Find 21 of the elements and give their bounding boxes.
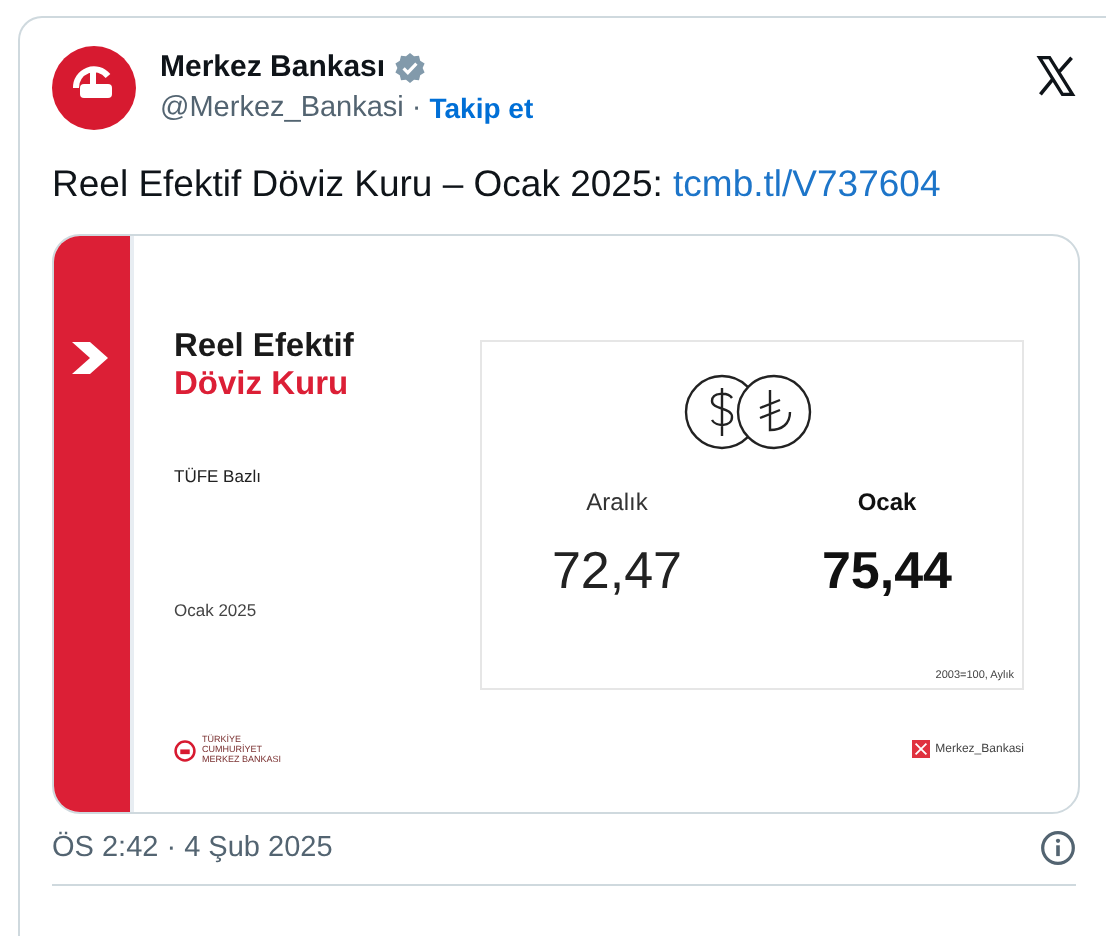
chevron-icon (72, 342, 112, 374)
logo-icon[interactable] (52, 46, 136, 130)
index-value: 75,44 (821, 540, 953, 602)
timestamp[interactable]: ÖS 2:42 · 4 Şub 2025 (52, 832, 333, 864)
index-value: 72,47 (551, 540, 683, 602)
author-name[interactable]: Merkez Bankası (160, 50, 386, 84)
basis-label: TÜFE Bazlı (174, 466, 263, 486)
bank-logo-icon (174, 739, 196, 762)
info-icon[interactable] (1040, 830, 1076, 866)
media-title: Reel Efektif (174, 328, 356, 366)
tweet-link[interactable]: tcmb.tl/V737604 (673, 162, 941, 204)
month-label: Ocak (857, 488, 917, 516)
separator-dot: · (411, 92, 422, 124)
author-handle[interactable]: @Merkez_Bankasi (160, 92, 404, 124)
tweet-text: Reel Efektif Döviz Kuru – Ocak 2025: tcmb.tl/V737604 (52, 162, 943, 206)
follow-link[interactable]: Takip et (429, 92, 534, 124)
x-logo-icon (911, 740, 930, 758)
x-logo-icon[interactable] (1034, 54, 1078, 98)
month-label: Aralık (586, 488, 648, 516)
media-subtitle: Döviz Kuru (174, 366, 351, 404)
period-label: Ocak 2025 (174, 600, 259, 620)
